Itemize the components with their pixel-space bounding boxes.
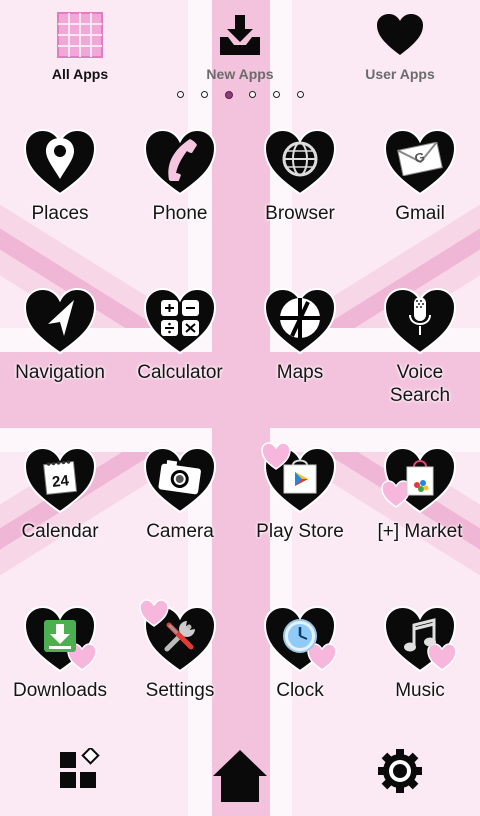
home-button[interactable] bbox=[180, 748, 300, 808]
app-settings[interactable]: Settings bbox=[120, 605, 240, 702]
app-drawer-tabs: All Apps New Apps User Apps bbox=[0, 0, 480, 90]
app-label: Phone bbox=[152, 203, 208, 224]
app-navigation[interactable]: Navigation bbox=[0, 287, 120, 384]
app-label: Places bbox=[31, 203, 89, 224]
app-gmail[interactable]: G Gmail bbox=[360, 128, 480, 225]
app-label: Clock bbox=[276, 680, 324, 701]
app-label: [+] Market bbox=[377, 521, 463, 542]
settings-button[interactable] bbox=[340, 748, 460, 798]
page-indicator bbox=[0, 91, 480, 101]
widgets-button[interactable] bbox=[20, 746, 140, 796]
app-label: Downloads bbox=[13, 680, 107, 701]
app-places[interactable]: Places bbox=[0, 128, 120, 225]
app-clock[interactable]: Clock bbox=[240, 605, 360, 702]
app-label: Calendar bbox=[21, 521, 99, 542]
app-label: Camera bbox=[146, 521, 214, 542]
map-pin-icon bbox=[23, 128, 97, 190]
microphone-icon bbox=[383, 287, 457, 349]
app-label: Gmail bbox=[395, 203, 445, 224]
mail-envelope-icon: G bbox=[383, 128, 457, 190]
app-calculator[interactable]: Calculator bbox=[120, 287, 240, 384]
app-phone[interactable]: Phone bbox=[120, 128, 240, 225]
calculator-icon bbox=[143, 287, 217, 349]
app-label: Calculator bbox=[137, 362, 223, 383]
calendar-icon: 24 bbox=[23, 446, 97, 508]
heart-icon bbox=[330, 10, 470, 60]
page-dot[interactable] bbox=[297, 91, 304, 98]
app-browser[interactable]: Browser bbox=[240, 128, 360, 225]
app-maps[interactable]: Maps bbox=[240, 287, 360, 384]
tab-label: User Apps bbox=[365, 66, 435, 82]
clock-icon bbox=[263, 605, 337, 667]
app-label: Settings bbox=[145, 680, 215, 701]
app-calendar[interactable]: 24 Calendar bbox=[0, 446, 120, 543]
download-icon bbox=[23, 605, 97, 667]
app-label: Browser bbox=[265, 203, 335, 224]
app-music[interactable]: Music bbox=[360, 605, 480, 702]
tab-all-apps[interactable]: All Apps bbox=[10, 10, 150, 82]
map-icon bbox=[263, 287, 337, 349]
download-tray-icon bbox=[170, 10, 310, 60]
app-voice-search[interactable]: Voice Search bbox=[360, 287, 480, 407]
app-label: Play Store bbox=[256, 521, 344, 542]
calendar-day: 24 bbox=[51, 472, 70, 491]
phone-handset-icon bbox=[143, 128, 217, 190]
tab-new-apps[interactable]: New Apps bbox=[170, 10, 310, 82]
shopping-bag-icon bbox=[383, 446, 457, 508]
page-dot[interactable] bbox=[273, 91, 280, 98]
music-notes-icon bbox=[383, 605, 457, 667]
app-label: Voice Search bbox=[389, 362, 451, 406]
app-label: Navigation bbox=[15, 362, 105, 383]
app-downloads[interactable]: Downloads bbox=[0, 605, 120, 702]
app-play-store[interactable]: Play Store bbox=[240, 446, 360, 543]
navigation-arrow-icon bbox=[23, 287, 97, 349]
page-dot[interactable] bbox=[177, 91, 184, 98]
grid-icon bbox=[10, 10, 150, 60]
dock-bar bbox=[0, 736, 480, 816]
camera-icon bbox=[143, 446, 217, 508]
home-icon bbox=[213, 750, 267, 802]
page-dot[interactable] bbox=[201, 91, 208, 98]
tab-label: New Apps bbox=[206, 66, 274, 82]
settings-gear-icon bbox=[378, 749, 422, 793]
tab-user-apps[interactable]: User Apps bbox=[330, 10, 470, 82]
app-label: Maps bbox=[276, 362, 324, 383]
globe-icon bbox=[263, 128, 337, 190]
tab-label: All Apps bbox=[51, 66, 109, 82]
tools-icon bbox=[143, 605, 217, 667]
app-label: Music bbox=[395, 680, 445, 701]
page-dot-active[interactable] bbox=[225, 91, 233, 99]
app-market[interactable]: [+] Market bbox=[360, 446, 480, 543]
widgets-icon bbox=[60, 746, 100, 788]
play-store-icon bbox=[263, 446, 337, 508]
app-camera[interactable]: Camera bbox=[120, 446, 240, 543]
page-dot[interactable] bbox=[249, 91, 256, 98]
